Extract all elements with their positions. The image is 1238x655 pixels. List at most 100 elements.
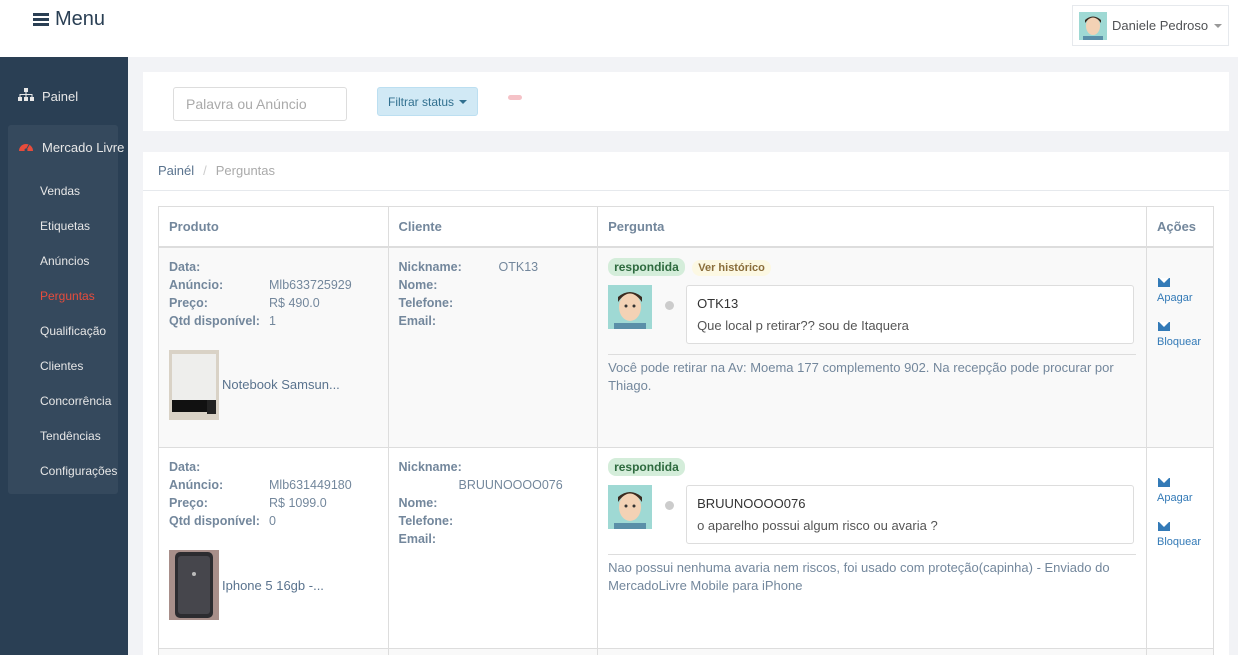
table-row xyxy=(158,648,1214,655)
sidebar-item-mercado-livre[interactable]: Mercado Livre xyxy=(18,140,124,155)
answer-text: Você pode retirar na Av: Moema 177 compl… xyxy=(608,353,1137,395)
sidebar-subitem-qualificacao[interactable]: Qualificação xyxy=(40,324,106,338)
table-row: Data: Anúncio: Mlb633725929 Preço: R$ 490.… xyxy=(158,246,1214,448)
delete-label: Apagar xyxy=(1157,291,1193,304)
label-data: Data: xyxy=(169,259,201,274)
block-button[interactable]: Bloquear xyxy=(1157,522,1203,548)
status-badge: respondida xyxy=(608,257,685,276)
delete-button[interactable]: Apagar xyxy=(1157,478,1203,504)
filter-status-button[interactable]: Filtrar status xyxy=(377,87,478,116)
label-nickname: Nickname: xyxy=(398,259,462,274)
actions-cell: Apagar Bloquear xyxy=(1146,447,1214,649)
column-header-pergunta: Pergunta xyxy=(597,206,1148,248)
block-label: Bloquear xyxy=(1157,536,1202,548)
question-nickname: OTK13 xyxy=(697,295,739,311)
sidebar-item-label: Painel xyxy=(42,88,79,104)
sidebar-subitem-perguntas[interactable]: Perguntas xyxy=(40,289,95,303)
user-name: Daniele Pedroso xyxy=(1112,18,1209,33)
sidebar-subitem-concorrencia[interactable]: Concorrência xyxy=(40,394,111,408)
product-qtd: 0 xyxy=(269,514,276,528)
hamburger-icon xyxy=(33,13,49,26)
product-image[interactable] xyxy=(169,550,219,620)
label-nickname: Nickname: xyxy=(398,460,462,474)
sidebar: Painel Mercado Livre Vendas Etiquetas An… xyxy=(0,57,128,655)
envelope-icon xyxy=(1158,478,1171,487)
delete-button[interactable]: Apagar xyxy=(1157,277,1203,304)
label-data: Data: xyxy=(169,460,201,474)
customer-avatar xyxy=(608,284,653,329)
sidebar-subitem-anuncios[interactable]: Anúncios xyxy=(40,254,89,268)
question-bubble: OTK13 Que local p retirar?? sou de Itaqu… xyxy=(686,284,1135,344)
status-dot xyxy=(665,300,675,310)
search-input[interactable] xyxy=(173,87,347,121)
product-cell: Data: Anúncio: Mlb633725929 Preço: R$ 490.… xyxy=(158,246,389,448)
label-email: Email: xyxy=(398,532,437,546)
label-nome: Nome: xyxy=(398,277,438,292)
table-header-row: Produto Cliente Pergunta Ações xyxy=(158,206,1214,248)
question-text: Que local p retirar?? sou de Itaquera xyxy=(697,317,909,333)
question-cell: respondida BRUUNOOOO076 o aparelho possu… xyxy=(597,447,1148,649)
status-badge: respondida xyxy=(608,458,685,476)
filter-status-label: Filtrar status xyxy=(387,94,454,109)
label-email: Email: xyxy=(398,313,437,328)
status-dot xyxy=(665,501,675,510)
customer-avatar xyxy=(608,485,653,529)
client-cell: Nickname: OTK13 Nome: Telefone: Email: xyxy=(387,246,599,448)
sidebar-subitem-configuracoes[interactable]: Configurações xyxy=(40,464,117,478)
product-link[interactable]: Iphone 5 16gb -... xyxy=(222,578,324,593)
question-text: o aparelho possui algum risco ou avaria … xyxy=(697,518,938,533)
envelope-icon xyxy=(1158,522,1171,531)
client-nickname: OTK13 xyxy=(498,259,539,274)
user-avatar xyxy=(1079,11,1107,40)
envelope-icon xyxy=(1158,277,1171,287)
column-header-produto: Produto xyxy=(158,206,389,248)
column-header-acoes: Ações xyxy=(1146,206,1214,248)
product-link[interactable]: Notebook Samsun... xyxy=(222,377,340,392)
breadcrumb-separator: / xyxy=(203,163,207,178)
questions-table: Produto Cliente Pergunta Ações Data: Anú… xyxy=(158,206,1214,655)
sidebar-item-label: Mercado Livre xyxy=(42,140,125,155)
envelope-icon xyxy=(1158,321,1171,331)
menu-toggle-button[interactable]: Menu xyxy=(33,8,105,31)
breadcrumb: Painél / Perguntas xyxy=(158,163,275,178)
column-header-cliente: Cliente xyxy=(387,206,599,248)
client-nickname: BRUUNOOOO076 xyxy=(458,478,563,492)
user-menu-dropdown[interactable]: Daniele Pedroso xyxy=(1072,5,1229,46)
table-row: Data: Anúncio: Mlb631449180 Preço: R$ 1099… xyxy=(158,447,1214,649)
actions-cell: Apagar Bloquear xyxy=(1146,246,1214,448)
divider xyxy=(143,190,1229,191)
sidebar-subitem-clientes[interactable]: Clientes xyxy=(40,359,83,373)
block-button[interactable]: Bloquear xyxy=(1157,321,1203,348)
label-preco: Preço: xyxy=(169,295,208,310)
label-anuncio: Anúncio: xyxy=(169,277,224,292)
product-anuncio: Mlb633725929 xyxy=(269,277,352,292)
question-nickname: BRUUNOOOO076 xyxy=(697,496,806,511)
sidebar-item-painel[interactable]: Painel xyxy=(18,88,78,104)
product-cell: Data: Anúncio: Mlb631449180 Preço: R$ 1099… xyxy=(158,447,389,649)
caret-down-icon xyxy=(1214,23,1223,28)
question-cell: respondida Ver histórico OTK13 Que local… xyxy=(597,246,1148,448)
client-cell: Nickname: BRUUNOOOO076 Nome: Telefone: E… xyxy=(387,447,599,649)
product-qtd: 1 xyxy=(269,313,276,328)
label-preco: Preço: xyxy=(169,496,208,510)
sidebar-subitem-vendas[interactable]: Vendas xyxy=(40,184,80,198)
status-pill xyxy=(508,95,522,100)
product-preco: R$ 490.0 xyxy=(269,295,320,310)
history-link[interactable]: Ver histórico xyxy=(692,259,771,276)
label-qtd: Qtd disponível: xyxy=(169,313,260,328)
delete-label: Apagar xyxy=(1157,492,1193,504)
label-qtd: Qtd disponível: xyxy=(169,514,260,528)
sidebar-subitem-etiquetas[interactable]: Etiquetas xyxy=(40,219,90,233)
sidebar-subitem-tendencias[interactable]: Tendências xyxy=(40,429,101,443)
question-bubble: BRUUNOOOO076 o aparelho possui algum ris… xyxy=(686,485,1135,544)
answer-text: Nao possui nenhuma avaria nem riscos, fo… xyxy=(608,554,1137,595)
product-image[interactable] xyxy=(169,349,219,420)
breadcrumb-home-link[interactable]: Painél xyxy=(158,163,194,178)
label-telefone: Telefone: xyxy=(398,295,454,310)
label-telefone: Telefone: xyxy=(398,514,454,528)
label-nome: Nome: xyxy=(398,496,438,510)
tachometer-icon xyxy=(18,140,34,155)
menu-label: Menu xyxy=(55,8,106,30)
breadcrumb-current: Perguntas xyxy=(215,163,276,178)
label-anuncio: Anúncio: xyxy=(169,478,224,492)
